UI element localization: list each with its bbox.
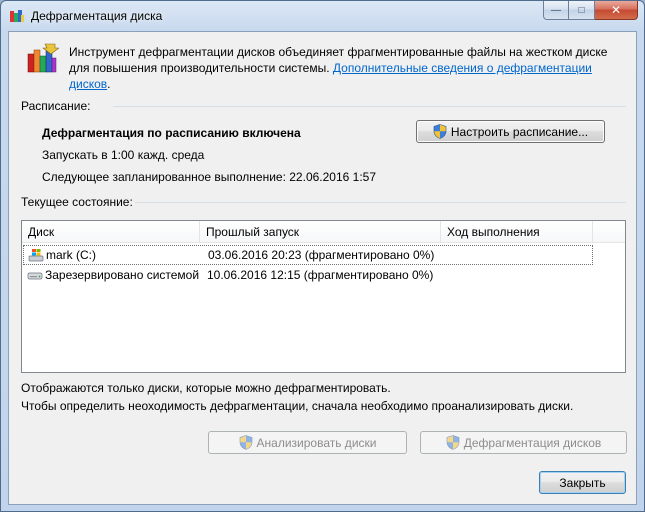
hard-drive-icon [27, 272, 43, 280]
windows-drive-icon [28, 249, 44, 262]
analyze-disks-button[interactable]: Анализировать диски [208, 431, 407, 454]
title-bar[interactable]: Дефрагментация диска — □ ✕ [1, 1, 644, 31]
column-last-run[interactable]: Прошлый запуск [200, 221, 441, 243]
intro-text: Инструмент дефрагментации дисков объедин… [69, 44, 629, 92]
window-controls: — □ ✕ [543, 1, 638, 20]
defragment-disks-button[interactable]: Дефрагментация дисков [420, 431, 627, 454]
uac-shield-icon [239, 435, 252, 450]
uac-shield-icon [446, 435, 460, 450]
analyze-disks-label: Анализировать диски [256, 435, 377, 450]
current-status-divider [135, 202, 626, 203]
schedule-status: Дефрагментация по расписанию включена [42, 126, 301, 140]
configure-schedule-button[interactable]: Настроить расписание... [416, 120, 605, 143]
configure-schedule-label: Настроить расписание... [450, 124, 589, 139]
disk-row-c[interactable]: mark (C:) 03.06.2016 20:23 (фрагментиров… [23, 245, 593, 265]
close-button-label: Закрыть [559, 475, 606, 490]
note-line-1: Отображаются только диски, которые можно… [21, 381, 391, 395]
client-area: Инструмент дефрагментации дисков объедин… [8, 31, 637, 505]
schedule-section-label: Расписание: [21, 99, 91, 113]
uac-shield-icon [433, 124, 447, 139]
disk-last-run: 03.06.2016 20:23 (фрагментировано 0%) [208, 248, 435, 262]
disk-name: Зарезервировано системой [45, 268, 200, 282]
note-line-2: Чтобы определить неоходимость дефрагмент… [21, 399, 574, 413]
disk-name: mark (C:) [46, 248, 96, 262]
close-window-button[interactable]: ✕ [595, 1, 638, 20]
defragment-disks-label: Дефрагментация дисков [463, 435, 602, 450]
defrag-window: Дефрагментация диска — □ ✕ Инструмент де… [0, 0, 645, 512]
close-button[interactable]: Закрыть [539, 471, 626, 494]
defrag-large-icon [27, 43, 59, 73]
schedule-run-at: Запускать в 1:00 кажд. среда [42, 148, 205, 162]
disk-list[interactable]: Диск Прошлый запуск Ход выполнения mark … [21, 220, 626, 373]
defrag-app-icon [10, 10, 24, 22]
intro-period: . [107, 77, 111, 91]
disk-list-header: Диск Прошлый запуск Ход выполнения [22, 221, 625, 243]
schedule-next-run: Следующее запланированное выполнение: 22… [42, 170, 377, 184]
disk-row-reserved[interactable]: Зарезервировано системой 10.06.2016 12:1… [23, 266, 593, 286]
maximize-button[interactable]: □ [569, 1, 595, 20]
column-disk[interactable]: Диск [22, 221, 200, 243]
disk-last-run: 10.06.2016 12:15 (фрагментировано 0%) [207, 268, 434, 282]
window-title: Дефрагментация диска [31, 9, 163, 23]
current-status-section-label: Текущее состояние: [21, 195, 133, 209]
schedule-divider [113, 106, 626, 107]
column-progress[interactable]: Ход выполнения [441, 221, 593, 243]
minimize-button[interactable]: — [543, 1, 569, 20]
